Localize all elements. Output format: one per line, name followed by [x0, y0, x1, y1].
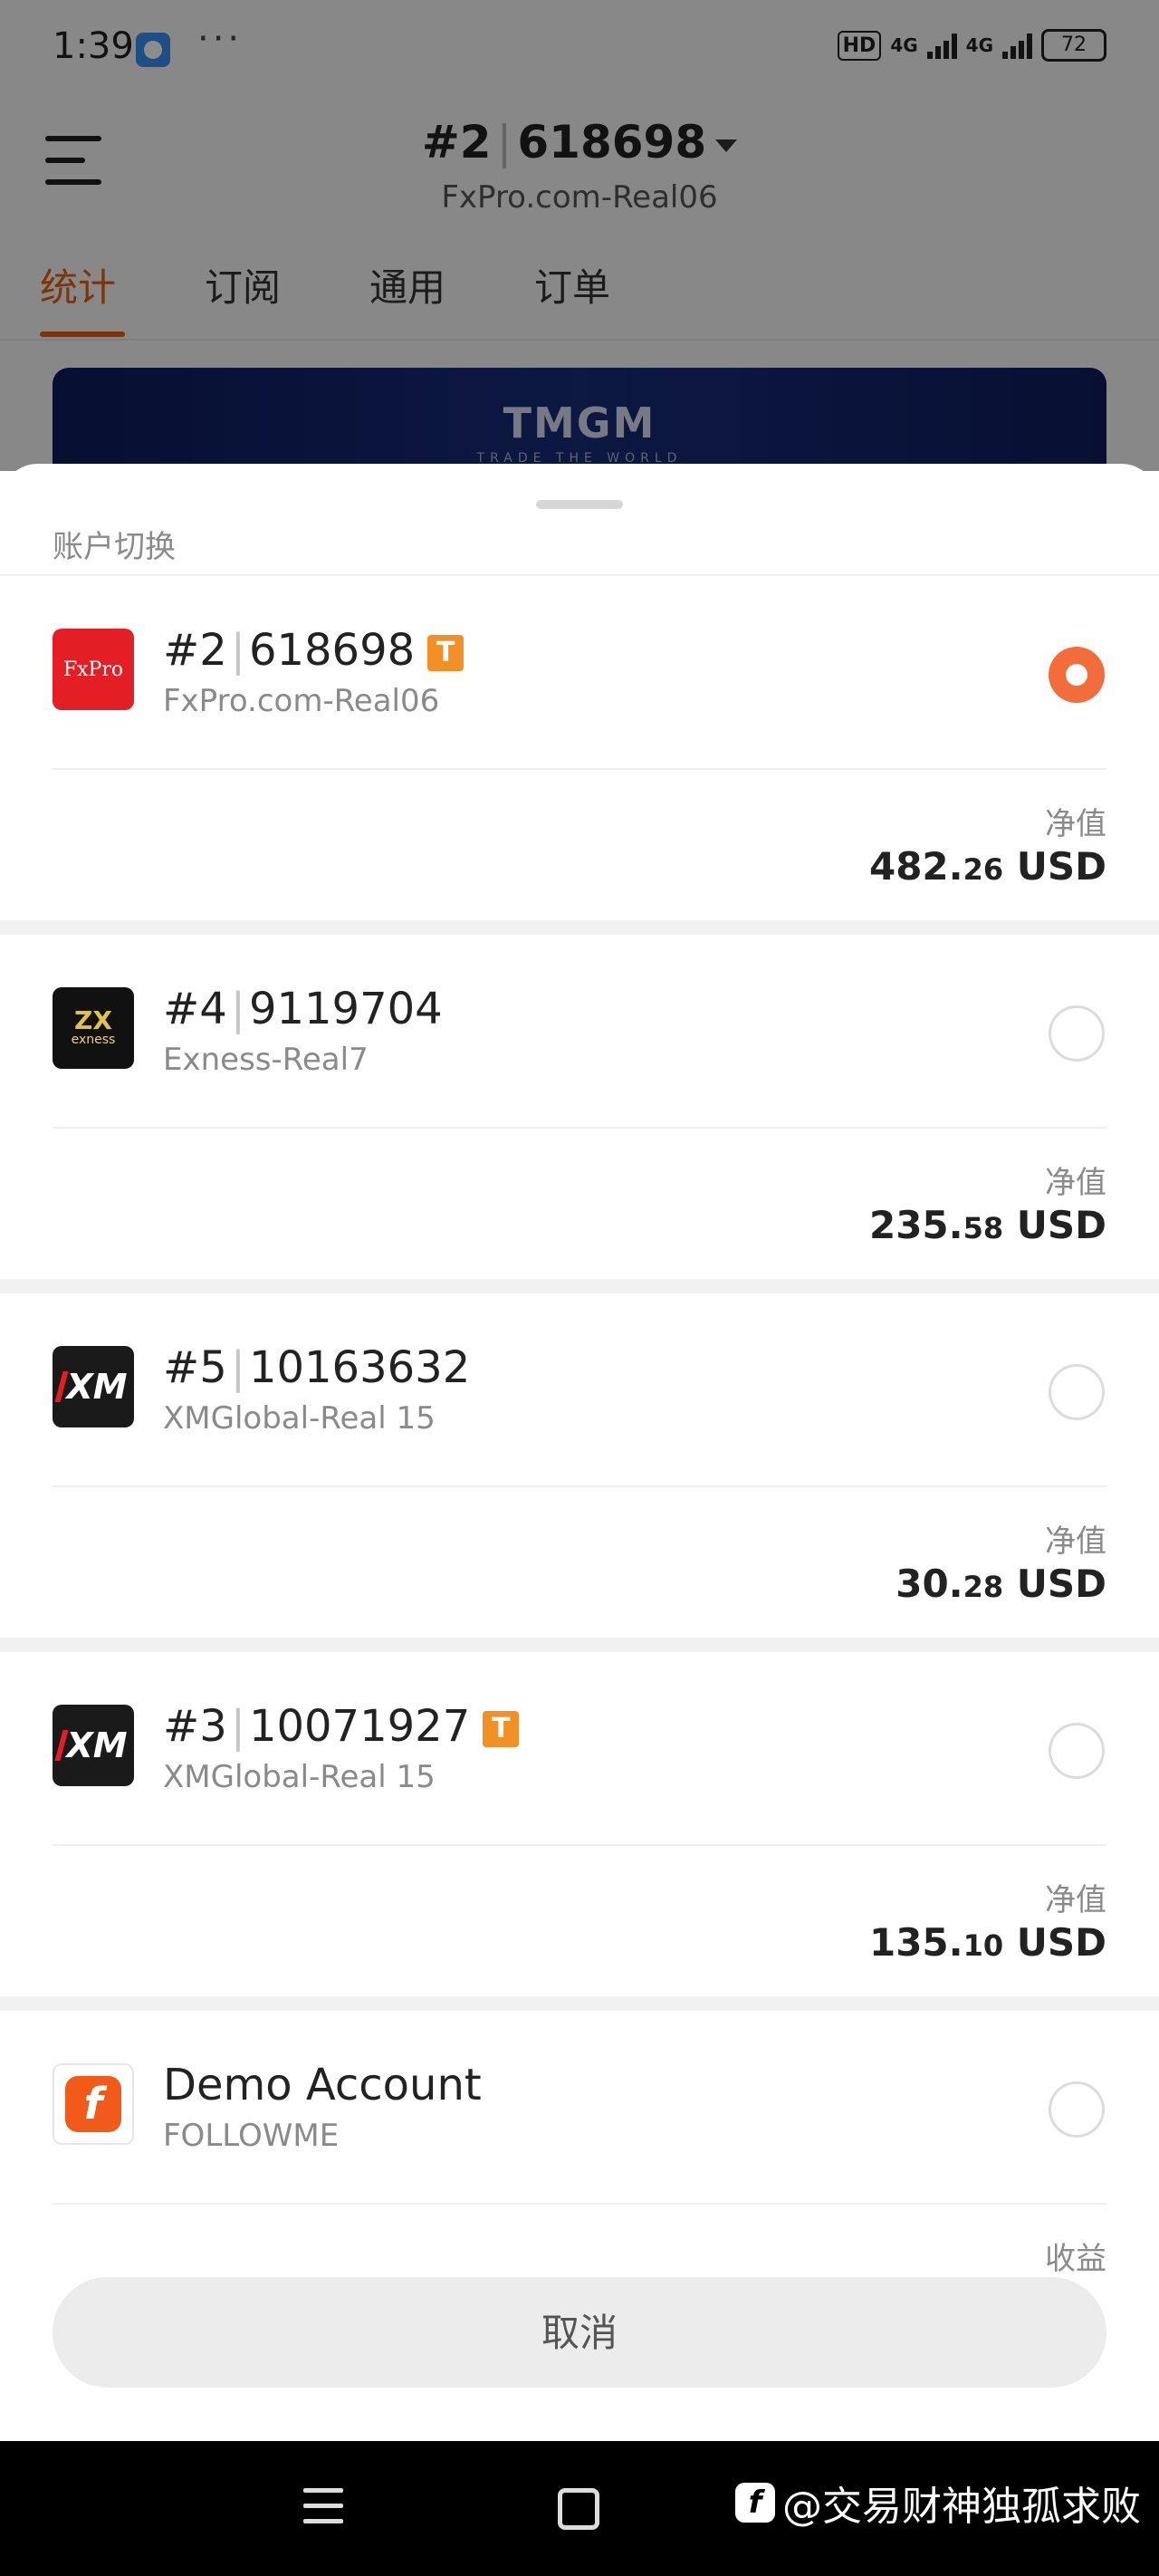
account-server: FxPro.com-Real06	[163, 683, 440, 719]
trader-badge: T	[427, 635, 465, 671]
recent-apps-icon[interactable]	[303, 2488, 343, 2524]
account-id: 9119704	[248, 984, 443, 1034]
equity-value: 482.26 USD	[868, 844, 1106, 889]
account-card[interactable]: FxPro #2|618698 T FxPro.com-Real06 净值 482…	[0, 576, 1159, 920]
background-app: 1:39 ··· HD 4G 4G 72 #2 | 618698 FxPro.com…	[0, 0, 1159, 513]
metric-label: 净值	[1045, 806, 1106, 842]
equity-value: 30.28 USD	[896, 1562, 1106, 1606]
account-card[interactable]: ZX exness #4|9119704 Exness-Real7 净值 235.…	[0, 935, 1159, 1279]
equity-value: 135.10 USD	[868, 1920, 1106, 1965]
card-separator	[0, 1996, 1159, 2011]
watermark: f @交易财神独孤求败	[735, 2474, 1141, 2532]
account-number: #5	[163, 1342, 227, 1393]
account-title: #5|10163632	[163, 1342, 471, 1393]
watermark-text: @交易财神独孤求败	[782, 2484, 1141, 2530]
metric-label: 净值	[1045, 1165, 1106, 1201]
account-id: 10163632	[248, 1342, 471, 1393]
sheet-drag-handle[interactable]	[536, 500, 623, 509]
account-number: #3	[163, 1701, 227, 1752]
trader-badge: T	[483, 1711, 520, 1747]
account-id: 618698	[248, 625, 416, 676]
account-server: Exness-Real7	[163, 1042, 369, 1078]
divider	[53, 768, 1106, 770]
home-icon[interactable]	[558, 2488, 599, 2530]
account-card[interactable]: XM #5|10163632 XMGlobal-Real 15 净值 30.28…	[0, 1293, 1159, 1638]
xm-logo-icon: XM	[53, 1705, 134, 1786]
followme-logo-icon: f	[53, 2063, 134, 2145]
account-title: #2|618698 T	[163, 625, 465, 676]
account-server: FOLLOWME	[163, 2118, 340, 2154]
account-radio[interactable]	[1049, 1723, 1105, 1779]
account-server: XMGlobal-Real 15	[163, 1759, 436, 1795]
exness-logo-icon: ZX exness	[53, 987, 134, 1069]
metric-label: 净值	[1045, 1882, 1106, 1918]
xm-logo-icon: XM	[53, 1346, 134, 1427]
card-separator	[0, 920, 1159, 935]
cancel-button[interactable]: 取消	[53, 2277, 1106, 2388]
sheet-title: 账户切换	[53, 529, 176, 565]
system-nav-bar: f @交易财神独孤求败	[0, 2441, 1159, 2576]
account-switch-sheet: 账户切换 FxPro #2|618698 T FxPro.com-Real06 净…	[0, 464, 1159, 2441]
account-radio[interactable]	[1049, 2081, 1105, 2138]
account-card[interactable]: XM #3|10071927 T XMGlobal-Real 15 净值 135.…	[0, 1652, 1159, 1996]
watermark-logo-icon: f	[735, 2483, 775, 2523]
metric-label: 收益	[1045, 2241, 1106, 2277]
account-title: Demo Account	[163, 2060, 482, 2110]
account-title: #3|10071927 T	[163, 1701, 520, 1752]
account-title: #4|9119704	[163, 984, 443, 1034]
account-number: #2	[163, 625, 227, 676]
account-server: XMGlobal-Real 15	[163, 1400, 436, 1437]
account-number: #4	[163, 984, 227, 1034]
divider	[53, 1485, 1106, 1487]
divider	[53, 2203, 1106, 2205]
account-radio[interactable]	[1049, 1364, 1105, 1420]
divider	[53, 1844, 1106, 1846]
account-radio[interactable]	[1049, 1005, 1105, 1062]
account-radio-selected[interactable]	[1049, 647, 1105, 703]
metric-label: 净值	[1045, 1523, 1106, 1560]
modal-scrim[interactable]	[0, 0, 1159, 471]
divider	[53, 1127, 1106, 1129]
card-separator	[0, 1279, 1159, 1293]
equity-value: 235.58 USD	[868, 1203, 1106, 1247]
card-separator	[0, 1638, 1159, 1652]
account-id: 10071927	[248, 1701, 471, 1752]
fxpro-logo-icon: FxPro	[53, 629, 134, 710]
